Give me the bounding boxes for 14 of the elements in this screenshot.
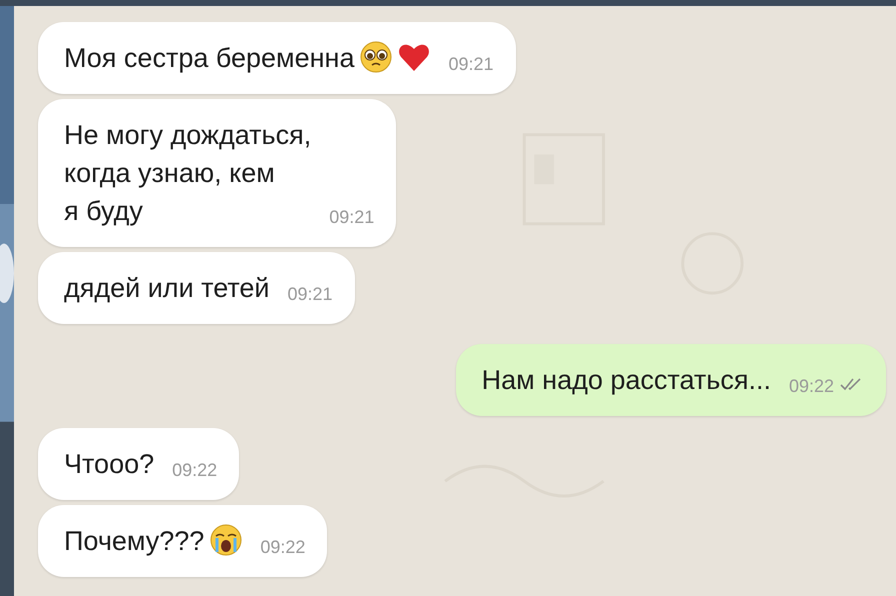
message-text: Почему??? [64, 525, 204, 558]
timestamp: 09:21 [329, 207, 374, 228]
timestamp: 09:21 [448, 54, 494, 75]
message-text: Не могу дождаться, когда узнаю, кем я буду [64, 119, 312, 228]
message-text: дядей или тетей [64, 272, 270, 305]
timestamp: 09:21 [288, 284, 333, 305]
timestamp: 09:22 [260, 537, 306, 558]
message-text: Чтооо? [64, 448, 154, 481]
pleading-face-icon [360, 41, 392, 73]
timestamp: 09:22 [788, 376, 834, 397]
message-text: Моя сестра беременна [64, 42, 354, 75]
message-text: Нам надо расстаться... [482, 364, 771, 397]
timestamp: 09:22 [172, 460, 218, 481]
crying-face-icon [210, 524, 242, 556]
